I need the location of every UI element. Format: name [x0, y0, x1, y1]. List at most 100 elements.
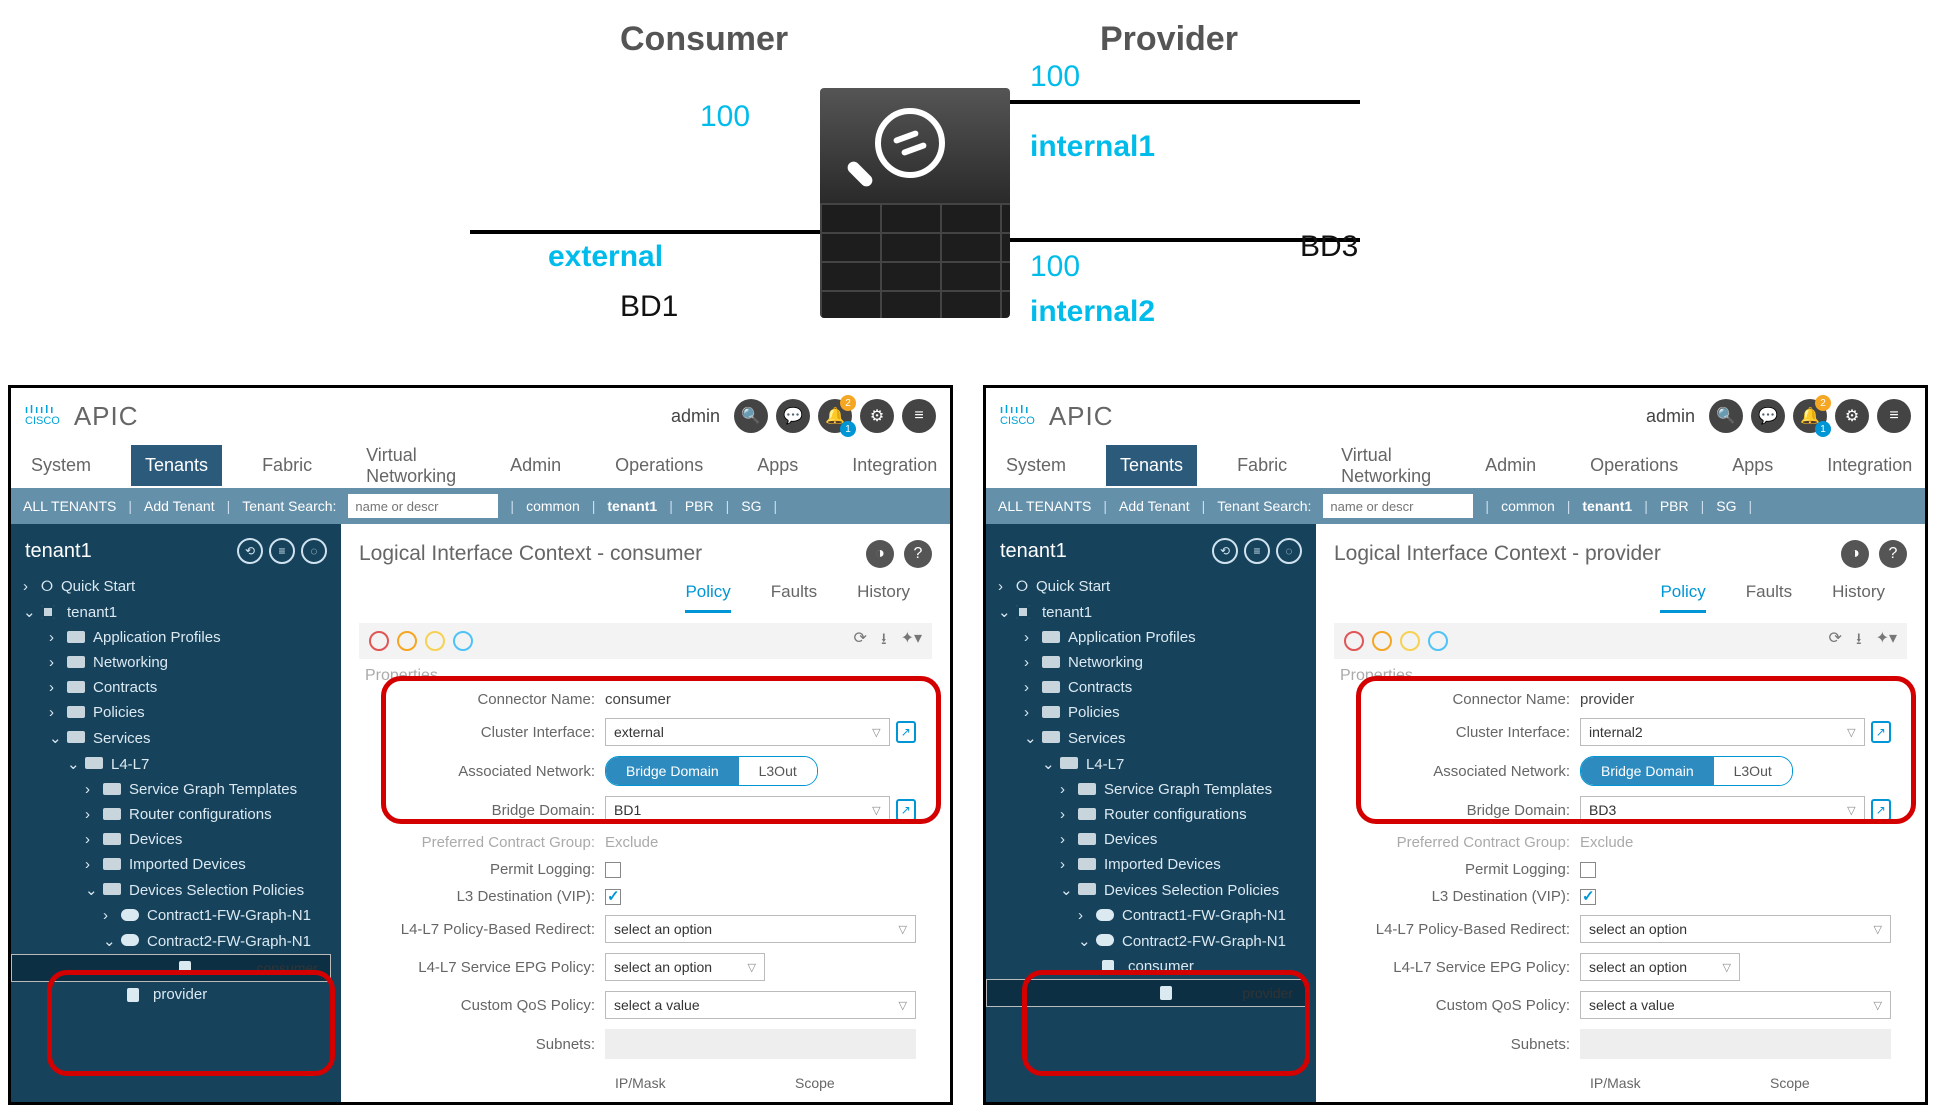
tree-contract2[interactable]: ⌄Contract2-FW-Graph-N1 — [986, 928, 1316, 954]
bridge-domain-select[interactable]: BD1▽ — [605, 796, 890, 824]
tree-contracts[interactable]: ›Contracts — [986, 675, 1316, 700]
add-tenant-link[interactable]: Add Tenant — [144, 498, 215, 514]
seg-bridge-domain[interactable]: Bridge Domain — [1581, 757, 1714, 785]
cluster-interface-select[interactable]: internal2▽ — [1580, 718, 1865, 746]
nav-operations[interactable]: Operations — [601, 445, 717, 486]
tree-l4l7[interactable]: ⌄L4-L7 — [11, 751, 341, 777]
crumb-common[interactable]: common — [526, 498, 580, 514]
seg-l3out[interactable]: L3Out — [1714, 757, 1792, 785]
nav-operations[interactable]: Operations — [1576, 445, 1692, 486]
nav-virtual-networking[interactable]: Virtual Networking — [352, 435, 470, 497]
associated-network-segment[interactable]: Bridge DomainL3Out — [605, 756, 818, 786]
seg-l3out[interactable]: L3Out — [739, 757, 817, 785]
alerts-icon[interactable]: 🔔21 — [1793, 399, 1827, 433]
tree-dev-sel-policies[interactable]: ⌄Devices Selection Policies — [11, 877, 341, 903]
tab-policy[interactable]: Policy — [1660, 574, 1705, 613]
cluster-interface-open-icon[interactable]: ↗ — [896, 721, 916, 743]
bridge-domain-select[interactable]: BD3▽ — [1580, 796, 1865, 824]
tab-policy[interactable]: Policy — [685, 574, 730, 613]
health-critical-icon[interactable] — [1344, 631, 1364, 651]
search-icon[interactable]: 🔍 — [1709, 399, 1743, 433]
tree-tenant-root[interactable]: ⌄tenant1 — [11, 599, 341, 625]
tree-svc-graph-templates[interactable]: ›Service Graph Templates — [986, 777, 1316, 802]
nav-fabric[interactable]: Fabric — [248, 445, 326, 486]
nav-integrations[interactable]: Integration — [1813, 445, 1926, 486]
alerts-icon[interactable]: 🔔21 — [818, 399, 852, 433]
tree-router-configs[interactable]: ›Router configurations — [986, 802, 1316, 827]
health-major-icon[interactable] — [1372, 631, 1392, 651]
help-icon[interactable]: ? — [1879, 540, 1907, 568]
bridge-domain-open-icon[interactable]: ↗ — [896, 799, 916, 821]
nav-system[interactable]: System — [992, 445, 1080, 486]
all-tenants-link[interactable]: ALL TENANTS — [998, 498, 1091, 514]
service-epg-select[interactable]: select an option▽ — [1580, 953, 1740, 981]
tenant-search-input[interactable] — [348, 494, 498, 518]
apps-icon[interactable]: ≡ — [1877, 399, 1911, 433]
refresh-icon[interactable]: ⟳ — [854, 628, 867, 655]
crumb-tenant1[interactable]: tenant1 — [607, 498, 657, 514]
permit-logging-checkbox[interactable] — [1580, 862, 1596, 878]
health-info-icon[interactable] — [1428, 631, 1448, 651]
tree-quick-start[interactable]: ›⭘ Quick Start — [11, 574, 341, 599]
nav-fabric[interactable]: Fabric — [1223, 445, 1301, 486]
pbr-select[interactable]: select an option▽ — [605, 915, 916, 943]
sidebar-tool-1-icon[interactable]: ⟲ — [237, 538, 263, 564]
sidebar-tool-3-icon[interactable]: ◌ — [301, 538, 327, 564]
search-icon[interactable]: 🔍 — [734, 399, 768, 433]
add-tenant-link[interactable]: Add Tenant — [1119, 498, 1190, 514]
tree-app-profiles[interactable]: ›Application Profiles — [986, 625, 1316, 650]
pbr-select[interactable]: select an option▽ — [1580, 915, 1891, 943]
qos-select[interactable]: select a value▽ — [1580, 991, 1891, 1019]
tab-history[interactable]: History — [1832, 574, 1885, 613]
tree-consumer[interactable]: consumer — [986, 954, 1316, 979]
download-icon[interactable]: ⭳ — [881, 628, 887, 655]
tree-provider[interactable]: provider — [986, 979, 1306, 1007]
sidebar-tool-2-icon[interactable]: ≡ — [1244, 538, 1270, 564]
nav-tenants[interactable]: Tenants — [131, 445, 222, 486]
tab-faults[interactable]: Faults — [771, 574, 817, 613]
tree-contracts[interactable]: ›Contracts — [11, 675, 341, 700]
tree-contract2[interactable]: ⌄Contract2-FW-Graph-N1 — [11, 928, 341, 954]
download-icon[interactable]: ⭳ — [1856, 628, 1862, 655]
tree-networking[interactable]: ›Networking — [986, 650, 1316, 675]
nav-apps[interactable]: Apps — [1718, 445, 1787, 486]
qos-select[interactable]: select a value▽ — [605, 991, 916, 1019]
tree-contract1[interactable]: ›Contract1-FW-Graph-N1 — [11, 903, 341, 928]
crumb-tenant1[interactable]: tenant1 — [1582, 498, 1632, 514]
crumb-sg[interactable]: SG — [741, 498, 761, 514]
l3-destination-checkbox[interactable] — [1580, 889, 1596, 905]
crumb-pbr[interactable]: PBR — [1660, 498, 1689, 514]
tree-quick-start[interactable]: ›⭘ Quick Start — [986, 574, 1316, 599]
nav-apps[interactable]: Apps — [743, 445, 812, 486]
bookmark-icon[interactable]: ◑ — [1841, 540, 1869, 568]
sidebar-tool-2-icon[interactable]: ≡ — [269, 538, 295, 564]
tree-services[interactable]: ⌄Services — [11, 725, 341, 751]
nav-system[interactable]: System — [17, 445, 105, 486]
nav-admin[interactable]: Admin — [1471, 445, 1550, 486]
health-major-icon[interactable] — [397, 631, 417, 651]
permit-logging-checkbox[interactable] — [605, 862, 621, 878]
tree-devices[interactable]: ›Devices — [11, 827, 341, 852]
bridge-domain-open-icon[interactable]: ↗ — [1871, 799, 1891, 821]
sidebar-tool-3-icon[interactable]: ◌ — [1276, 538, 1302, 564]
all-tenants-link[interactable]: ALL TENANTS — [23, 498, 116, 514]
tree-tenant-root[interactable]: ⌄tenant1 — [986, 599, 1316, 625]
service-epg-select[interactable]: select an option▽ — [605, 953, 765, 981]
tree-policies[interactable]: ›Policies — [986, 700, 1316, 725]
tree-devices[interactable]: ›Devices — [986, 827, 1316, 852]
tree-app-profiles[interactable]: ›Application Profiles — [11, 625, 341, 650]
help-icon[interactable]: ? — [904, 540, 932, 568]
tree-policies[interactable]: ›Policies — [11, 700, 341, 725]
cluster-interface-open-icon[interactable]: ↗ — [1871, 721, 1891, 743]
nav-tenants[interactable]: Tenants — [1106, 445, 1197, 486]
tree-contract1[interactable]: ›Contract1-FW-Graph-N1 — [986, 903, 1316, 928]
health-critical-icon[interactable] — [369, 631, 389, 651]
tree-networking[interactable]: ›Networking — [11, 650, 341, 675]
tree-services[interactable]: ⌄Services — [986, 725, 1316, 751]
tree-provider[interactable]: provider — [11, 982, 341, 1007]
associated-network-segment[interactable]: Bridge DomainL3Out — [1580, 756, 1793, 786]
health-minor-icon[interactable] — [1400, 631, 1420, 651]
l3-destination-checkbox[interactable] — [605, 889, 621, 905]
cluster-interface-select[interactable]: external▽ — [605, 718, 890, 746]
tenant-search-input[interactable] — [1323, 494, 1473, 518]
